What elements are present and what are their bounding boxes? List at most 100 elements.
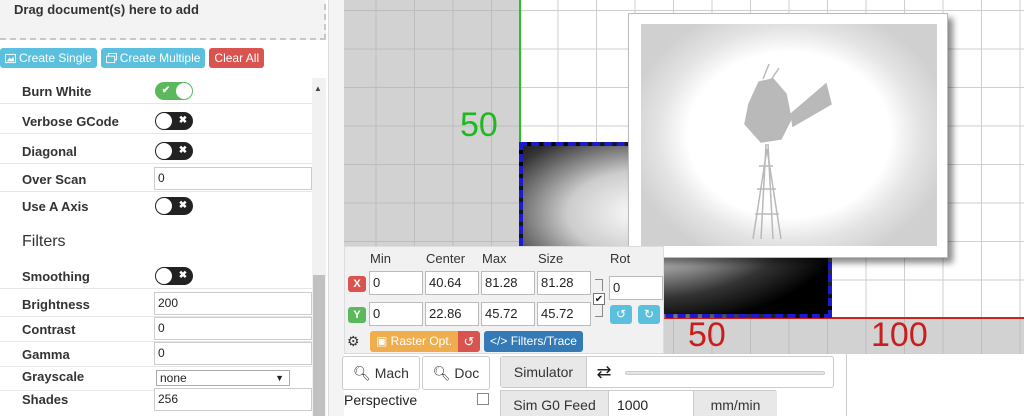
verbose-gcode-toggle[interactable]: ✖ (155, 112, 193, 130)
sim-feed-label: Sim G0 Feed (501, 391, 609, 416)
verbose-gcode-label: Verbose GCode (22, 114, 119, 129)
rotate-cw-button[interactable]: ↻ (638, 305, 660, 324)
bottom-controls: 🔍︎ Mach 🔍︎ Doc Simulator ⇄ Perspective S… (342, 354, 1024, 416)
create-single-button[interactable]: Create Single (0, 48, 97, 68)
filters-heading: Filters (22, 233, 66, 250)
rotation-input[interactable]: 0 (609, 276, 663, 300)
over-scan-input[interactable]: 0 (154, 167, 312, 190)
shades-input[interactable]: 256 (154, 388, 312, 411)
diagonal-toggle[interactable]: ✖ (155, 142, 193, 160)
min-header: Min (370, 251, 391, 266)
grayscale-label: Grayscale (22, 369, 85, 384)
panel-divider[interactable] (328, 0, 344, 416)
burn-white-label: Burn White (22, 84, 92, 99)
settings-scrollbar-thumb[interactable] (313, 275, 325, 416)
toggle-knob (156, 113, 172, 129)
create-multiple-button[interactable]: Create Multiple (100, 48, 206, 68)
left-panel: Drag document(s) here to add Create Sing… (0, 0, 328, 416)
size-header: Size (538, 251, 564, 266)
simulator-label: Simulator (501, 357, 587, 387)
x-center-input[interactable]: 40.64 (425, 271, 479, 295)
contrast-label: Contrast (22, 322, 76, 337)
mach-label: Mach (374, 365, 409, 381)
setting-smoothing: Smoothing ✖ (0, 263, 312, 289)
y-axis-label-50: 50 (460, 106, 498, 144)
swap-arrows-icon[interactable]: ⇄ (588, 357, 620, 387)
setting-over-scan: Over Scan 0 (0, 166, 312, 192)
use-a-axis-label: Use A Axis (22, 199, 89, 214)
gamma-input[interactable]: 0 (154, 342, 312, 365)
contrast-input[interactable]: 0 (154, 317, 312, 340)
grayscale-value: none (160, 371, 187, 385)
x-icon: ✖ (178, 200, 188, 211)
filters-trace-label: Filters/Trace (510, 334, 577, 348)
simulator-slider[interactable] (625, 371, 825, 375)
clear-all-button[interactable]: Clear All (209, 48, 265, 68)
brightness-input[interactable]: 200 (154, 292, 312, 315)
rot-header: Rot (610, 251, 631, 266)
x-badge: X (348, 276, 366, 292)
rotate-ccw-button[interactable]: ↺ (610, 305, 632, 324)
rotate-right-icon: ↻ (643, 307, 655, 321)
toggle-knob (156, 143, 172, 159)
document-toolbar: Create Single Create Multiple Clear All (0, 48, 265, 68)
diagonal-label: Diagonal (22, 144, 77, 159)
zoom-machine-button[interactable]: 🔍︎ Mach (342, 356, 420, 390)
toggle-knob (156, 268, 172, 284)
y-center-input[interactable]: 22.86 (425, 302, 479, 326)
setting-diagonal: Diagonal ✖ (0, 138, 312, 164)
clear-all-label: Clear All (214, 51, 260, 65)
x-icon: ✖ (178, 145, 188, 156)
smoothing-label: Smoothing (22, 269, 90, 284)
aspect-lock-checkbox[interactable]: ✔ (593, 293, 605, 305)
undo-icon: ↺ (463, 334, 475, 349)
x-size-input[interactable]: 81.28 (537, 271, 591, 295)
size-lock-bracket-bottom (595, 305, 603, 317)
x-min-input[interactable]: 0 (369, 271, 423, 295)
zoom-document-button[interactable]: 🔍︎ Doc (422, 356, 490, 390)
gear-icon[interactable]: ⚙ (347, 333, 360, 350)
setting-shades: Shades 256 (0, 387, 312, 413)
toggle-knob (176, 83, 192, 99)
x-axis-label-50: 50 (688, 316, 726, 354)
sim-feed-input[interactable]: 1000 (617, 391, 648, 416)
y-size-input[interactable]: 45.72 (537, 302, 591, 326)
code-icon: </> (490, 334, 511, 348)
brightness-label: Brightness (22, 297, 90, 312)
position-panel: Min Center Max Size Rot X 0 40.64 81.28 … (344, 246, 664, 354)
setting-burn-white: Burn White ✔ (0, 78, 312, 104)
burn-white-toggle[interactable]: ✔ (155, 82, 193, 100)
gamma-label: Gamma (22, 347, 70, 362)
rotate-left-icon: ↺ (615, 307, 627, 321)
scroll-up-icon[interactable]: ▲ (314, 84, 322, 93)
raster-options-label: Raster Opt. (390, 334, 453, 348)
y-min-input[interactable]: 0 (369, 302, 423, 326)
drop-zone[interactable]: Drag document(s) here to add (0, 0, 326, 40)
x-icon: ✖ (178, 115, 188, 126)
y-max-input[interactable]: 45.72 (481, 302, 535, 326)
max-header: Max (482, 251, 507, 266)
windmill-graphic (744, 63, 832, 240)
settings-list: Burn White ✔ Verbose GCode ✖ Diagonal ✖ … (0, 78, 312, 416)
document-thumbnail-popup (628, 13, 948, 258)
setting-contrast: Contrast 0 (0, 316, 312, 342)
raster-options-button[interactable]: ▣ Raster Opt. (370, 331, 459, 352)
raster-reset-button[interactable]: ↺ (458, 331, 480, 352)
sim-feed-group: Sim G0 Feed 1000 mm/min (500, 390, 777, 416)
smoothing-toggle[interactable]: ✖ (155, 267, 193, 285)
center-header: Center (426, 251, 466, 266)
toggle-knob (156, 198, 172, 214)
caret-down-icon: ▼ (275, 373, 284, 383)
search-icon: 🔍︎ (432, 365, 451, 381)
setting-brightness: Brightness 200 (0, 291, 312, 317)
grayscale-select[interactable]: none ▼ (156, 370, 290, 386)
perspective-checkbox[interactable] (477, 393, 489, 405)
x-max-input[interactable]: 81.28 (481, 271, 535, 295)
filters-trace-button[interactable]: </> Filters/Trace (484, 331, 583, 352)
use-a-axis-toggle[interactable]: ✖ (155, 197, 193, 215)
images-icon (105, 52, 117, 63)
drop-zone-label: Drag document(s) here to add (14, 2, 199, 17)
right-pane (846, 354, 1024, 416)
app-root: Drag document(s) here to add Create Sing… (0, 0, 1024, 416)
x-axis-label-100: 100 (871, 316, 928, 354)
